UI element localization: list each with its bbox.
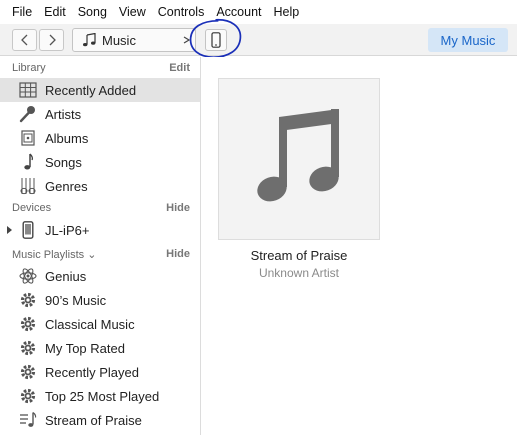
grid-icon (18, 80, 38, 100)
sidebar-item-genius[interactable]: Genius (0, 264, 200, 288)
sidebar-item-90s-music[interactable]: 90’s Music (0, 288, 200, 312)
album-title[interactable]: Stream of Praise (218, 248, 380, 263)
smart-playlist-gear-icon (18, 362, 38, 382)
iphone-icon (211, 32, 221, 48)
media-kind-label: Music (102, 32, 136, 48)
chevron-left-icon (20, 34, 27, 46)
sidebar-item-classical-music[interactable]: Classical Music (0, 312, 200, 336)
sidebar-item-my-top-rated[interactable]: My Top Rated (0, 336, 200, 360)
sidebar-item-label: 90’s Music (45, 292, 107, 308)
main-content: Stream of Praise Unknown Artist (202, 57, 517, 435)
album-artist[interactable]: Unknown Artist (218, 266, 380, 280)
library-edit-link[interactable]: Edit (169, 62, 190, 74)
guitar-icon (18, 176, 38, 196)
menu-help[interactable]: Help (268, 0, 306, 24)
playlist-icon (18, 410, 38, 430)
music-note-placeholder-icon (257, 109, 339, 202)
devices-section-header: Devices Hide (0, 199, 201, 217)
album-artwork[interactable] (218, 78, 380, 240)
sidebar: Library Edit Recently Added Artists Albu… (0, 57, 201, 435)
smart-playlist-gear-icon (18, 290, 38, 310)
my-music-button[interactable]: My Music (428, 28, 508, 52)
album-icon (18, 128, 38, 148)
sidebar-item-label: Albums (45, 130, 89, 146)
sidebar-item-genres[interactable]: Genres (0, 174, 200, 198)
menu-controls[interactable]: Controls (152, 0, 211, 24)
iphone-icon (18, 220, 38, 240)
smart-playlist-gear-icon (18, 338, 38, 358)
media-kind-picker[interactable]: Music (72, 28, 196, 52)
sidebar-item-artists[interactable]: Artists (0, 102, 200, 126)
sidebar-item-label: Genres (45, 178, 88, 194)
chevron-right-icon (49, 34, 56, 46)
sidebar-item-label: Classical Music (45, 316, 135, 332)
devices-title: Devices (12, 202, 52, 214)
menu-edit[interactable]: Edit (38, 0, 72, 24)
sidebar-item-label: Recently Added (45, 82, 137, 98)
playlists-section-header: Music Playlists ⌄ Hide (0, 245, 201, 263)
microphone-icon (18, 104, 38, 124)
sidebar-item-albums[interactable]: Albums (0, 126, 200, 150)
sidebar-item-label: Stream of Praise (45, 412, 142, 428)
chevron-down-icon[interactable]: ⌄ (87, 249, 96, 261)
smart-playlist-gear-icon (18, 386, 38, 406)
sidebar-item-songs[interactable]: Songs (0, 150, 200, 174)
sidebar-item-label: Songs (45, 154, 82, 170)
menu-file[interactable]: File (6, 0, 38, 24)
playlists-title: Music Playlists ⌄ (12, 248, 96, 261)
chevron-down-icon (183, 36, 191, 44)
music-note-icon (82, 33, 96, 47)
toolbar: Music My Music (0, 24, 517, 56)
music-note-icon (18, 152, 38, 172)
sidebar-item-label: Top 25 Most Played (45, 388, 160, 404)
menu-song[interactable]: Song (72, 0, 113, 24)
genius-atom-icon (18, 266, 38, 286)
sidebar-item-label: JL-iP6+ (45, 222, 90, 238)
smart-playlist-gear-icon (18, 314, 38, 334)
device-button[interactable] (205, 29, 227, 51)
library-title: Library (12, 62, 46, 74)
album-tile[interactable]: Stream of Praise Unknown Artist (218, 78, 380, 280)
sidebar-item-stream-of-praise[interactable]: Stream of Praise (0, 408, 200, 432)
playlists-hide-link[interactable]: Hide (166, 248, 190, 260)
sidebar-item-recently-played[interactable]: Recently Played (0, 360, 200, 384)
playlists-title-text: Music Playlists (12, 249, 85, 261)
sidebar-item-label: My Top Rated (45, 340, 125, 356)
sidebar-item-label: Recently Played (45, 364, 139, 380)
back-button[interactable] (12, 29, 37, 51)
sidebar-item-top-25-most-played[interactable]: Top 25 Most Played (0, 384, 200, 408)
forward-button[interactable] (39, 29, 64, 51)
menu-bar: File Edit Song View Controls Account Hel… (0, 0, 517, 24)
menu-view[interactable]: View (113, 0, 152, 24)
menu-account[interactable]: Account (210, 0, 267, 24)
sidebar-item-recently-added[interactable]: Recently Added (0, 78, 200, 102)
devices-hide-link[interactable]: Hide (166, 202, 190, 214)
library-section-header: Library Edit (0, 59, 201, 77)
sidebar-item-label: Genius (45, 268, 87, 284)
sidebar-item-label: Artists (45, 106, 82, 122)
disclosure-triangle-icon[interactable] (7, 226, 12, 234)
sidebar-item-device-jl-ip6[interactable]: JL-iP6+ (0, 218, 200, 242)
